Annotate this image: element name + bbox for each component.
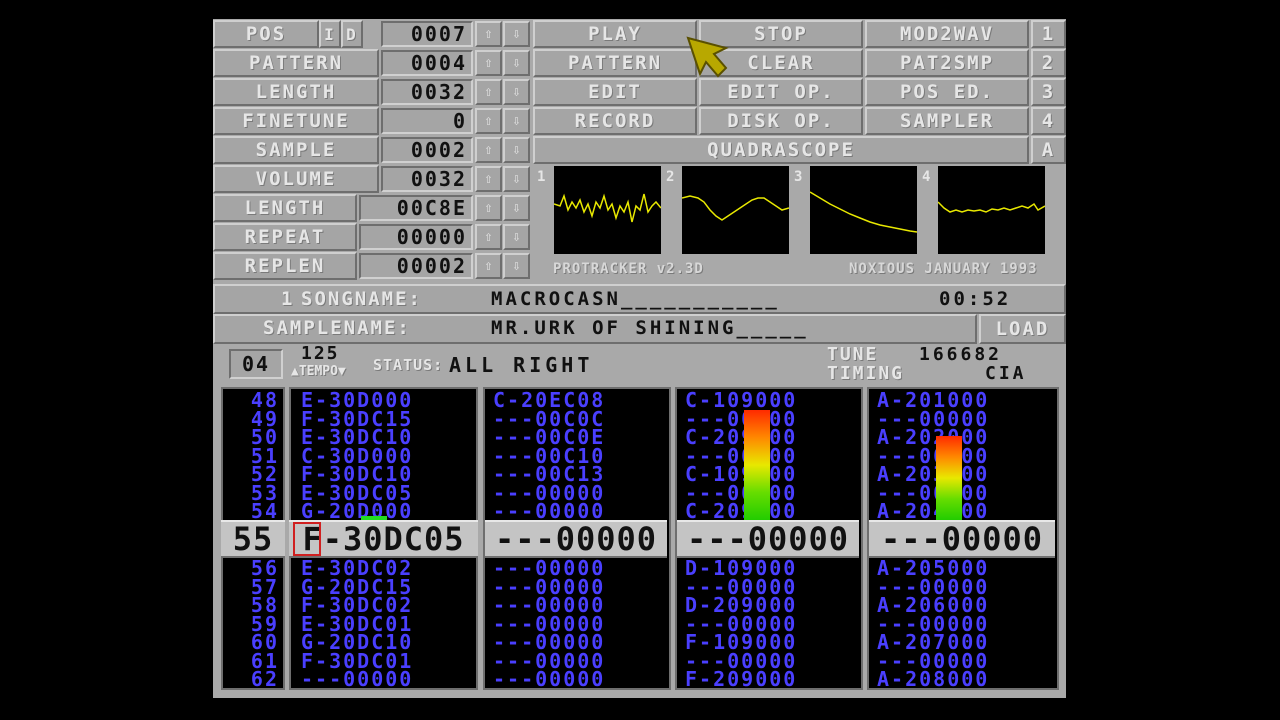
scope-channel-4[interactable]	[938, 166, 1045, 254]
repeat-up-arrow-icon[interactable]: ⇧	[475, 224, 502, 250]
samplename-value[interactable]: MR.URK OF SHINING_____	[491, 317, 809, 339]
edit-cursor[interactable]	[293, 522, 321, 556]
volume-down-arrow-icon[interactable]: ⇩	[503, 166, 530, 192]
pattern-label: PATTERN	[213, 49, 379, 77]
sample-value: 0002	[381, 137, 473, 163]
timing-value: CIA	[985, 363, 1027, 384]
volume-up-arrow-icon[interactable]: ⇧	[475, 166, 502, 192]
credit-text: NOXIOUS JANUARY 1993	[849, 261, 1038, 277]
finetune-down-arrow-icon[interactable]: ⇩	[503, 108, 530, 134]
sample-length-label: LENGTH	[213, 194, 357, 222]
volume-value: 0032	[381, 166, 473, 192]
record-button[interactable]: RECORD	[533, 107, 697, 135]
current-row-channel-4[interactable]: ---00000	[869, 520, 1055, 558]
scope-4-label: 4	[922, 169, 931, 185]
finetune-up-arrow-icon[interactable]: ⇧	[475, 108, 502, 134]
tune-label: TUNE	[827, 344, 879, 365]
length-label: LENGTH	[213, 78, 379, 106]
volume-label: VOLUME	[213, 165, 379, 193]
scope-2-label: 2	[666, 169, 675, 185]
scope-3-label: 3	[794, 169, 803, 185]
play-button[interactable]: PLAY	[533, 20, 697, 48]
sample-up-arrow-icon[interactable]: ⇧	[475, 137, 502, 163]
octave-value: 04	[229, 349, 283, 379]
replen-down-arrow-icon[interactable]: ⇩	[503, 253, 530, 279]
pattern-cell[interactable]: ---00000	[291, 669, 476, 688]
preset-2-button[interactable]: 2	[1031, 49, 1066, 77]
scope-1-label: 1	[537, 169, 546, 185]
pos-ed-button[interactable]: POS ED.	[865, 78, 1029, 106]
status-value: ALL RIGHT	[449, 353, 594, 377]
length-down-arrow-icon[interactable]: ⇩	[503, 79, 530, 105]
tempo-value: 125	[301, 343, 340, 364]
pattern-up-arrow-icon[interactable]: ⇧	[475, 50, 502, 76]
vu-meter-channel-4	[936, 436, 962, 520]
pos-value: 0007	[381, 21, 473, 47]
scope-channel-2[interactable]	[682, 166, 789, 254]
length-up-arrow-icon[interactable]: ⇧	[475, 79, 502, 105]
disk-op-button[interactable]: DISK OP.	[699, 107, 863, 135]
protracker-version: PROTRACKER v2.3D	[553, 261, 704, 277]
scope-channel-1[interactable]	[554, 166, 661, 254]
pat2smp-button[interactable]: PAT2SMP	[865, 49, 1029, 77]
row-number: 54	[250, 499, 279, 523]
pos-up-arrow-icon[interactable]: ⇧	[475, 21, 502, 47]
sample-length-down-arrow-icon[interactable]: ⇩	[503, 195, 530, 221]
pattern-down-arrow-icon[interactable]: ⇩	[503, 50, 530, 76]
pos-down-arrow-icon[interactable]: ⇩	[503, 21, 530, 47]
current-row-channel-3[interactable]: ---00000	[677, 520, 859, 558]
sample-length-up-arrow-icon[interactable]: ⇧	[475, 195, 502, 221]
mod2wav-button[interactable]: MOD2WAV	[865, 20, 1029, 48]
sampler-button[interactable]: SAMPLER	[865, 107, 1029, 135]
length-value: 0032	[381, 79, 473, 105]
current-row-channel-2[interactable]: ---00000	[485, 520, 667, 558]
vu-meter-channel-3	[744, 410, 770, 520]
tune-value: 166682	[919, 344, 1003, 365]
status-label: STATUS:	[373, 356, 444, 374]
mouse-pointer-icon	[686, 36, 730, 80]
pattern-cell[interactable]: C-209000	[677, 501, 861, 520]
repeat-value: 00000	[359, 224, 473, 250]
pos-label: POS	[213, 20, 319, 48]
protracker-window: POS I D 0007 PATTERN 0004 LENGTH 0032 FI…	[213, 19, 1066, 698]
a-button[interactable]: A	[1031, 136, 1066, 164]
repeat-label: REPEAT	[213, 223, 357, 251]
pattern-cell[interactable]: ---00000	[485, 501, 669, 520]
sample-label: SAMPLE	[213, 136, 379, 164]
load-button[interactable]: LOAD	[979, 314, 1066, 344]
sample-down-arrow-icon[interactable]: ⇩	[503, 137, 530, 163]
repeat-down-arrow-icon[interactable]: ⇩	[503, 224, 530, 250]
preset-1-button[interactable]: 1	[1031, 20, 1066, 48]
edit-op-button[interactable]: EDIT OP.	[699, 78, 863, 106]
pattern-cell[interactable]: ---00000	[485, 669, 669, 688]
replen-up-arrow-icon[interactable]: ⇧	[475, 253, 502, 279]
songname-value[interactable]: MACROCASN___________	[491, 288, 780, 310]
finetune-value: 0	[381, 108, 473, 134]
song-index: 1	[281, 288, 295, 310]
replen-value: 00002	[359, 253, 473, 279]
songname-label: SONGNAME:	[301, 288, 422, 310]
scope-channel-3[interactable]	[810, 166, 917, 254]
row-number: 62	[250, 667, 279, 690]
play-pattern-button[interactable]: PATTERN	[533, 49, 697, 77]
insert-button[interactable]: I	[319, 20, 341, 48]
pattern-cell[interactable]: A-204000	[869, 501, 1057, 520]
quadrascope-button[interactable]: QUADRASCOPE	[533, 136, 1029, 164]
edit-button[interactable]: EDIT	[533, 78, 697, 106]
delete-button[interactable]: D	[341, 20, 363, 48]
tempo-label[interactable]: ▲TEMPO▼	[291, 364, 346, 379]
preset-3-button[interactable]: 3	[1031, 78, 1066, 106]
pattern-value: 0004	[381, 50, 473, 76]
finetune-label: FINETUNE	[213, 107, 379, 135]
preset-4-button[interactable]: 4	[1031, 107, 1066, 135]
pattern-cell[interactable]: A-208000	[869, 669, 1057, 688]
song-time: 00:52	[939, 288, 1012, 310]
sample-length-value: 00C8E	[359, 195, 473, 221]
timing-label: TIMING	[827, 363, 905, 384]
replen-label: REPLEN	[213, 252, 357, 280]
pattern-cell[interactable]: F-209000	[677, 669, 861, 688]
samplename-label: SAMPLENAME:	[263, 317, 411, 339]
current-row-number: 55	[221, 520, 285, 558]
